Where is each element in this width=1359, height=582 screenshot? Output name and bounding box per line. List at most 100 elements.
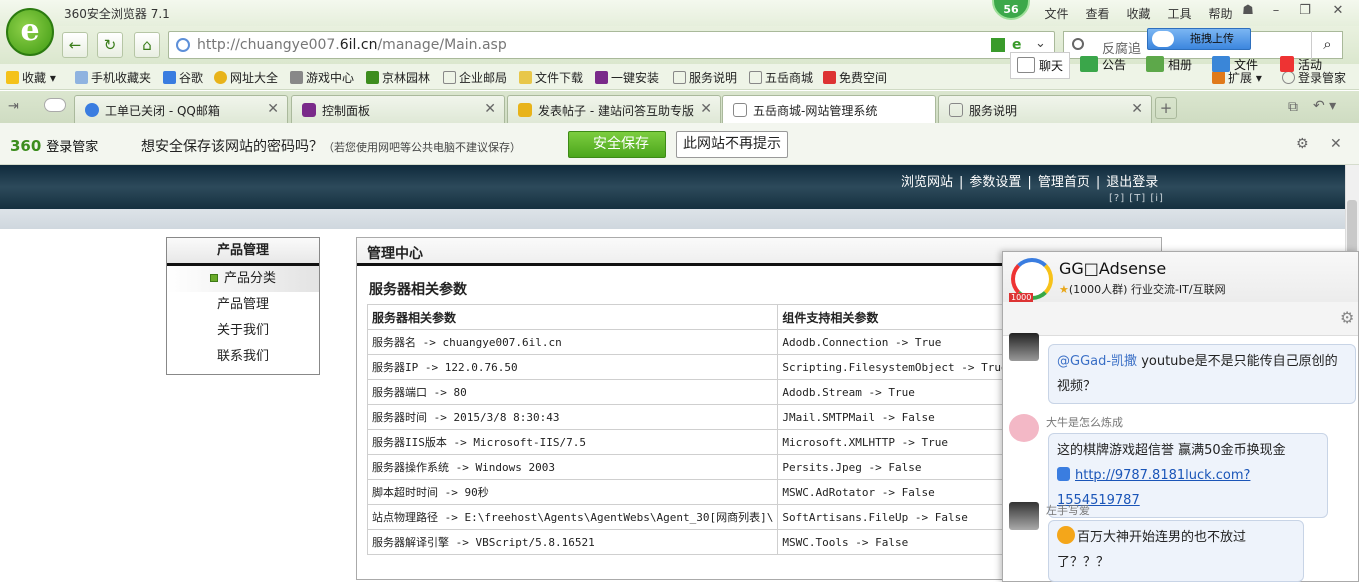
server-param-cell: 站点物理路径 -> E:\freehost\Agents\AgentWebs\A… [366,504,779,530]
fav-games[interactable]: 游戏中心 [290,69,354,86]
fav-jinglin[interactable]: 京林园林 [366,69,430,86]
tab-activity[interactable]: 活动 [1280,56,1322,73]
sidebar-item-products[interactable]: 产品管理 [167,292,319,318]
sidebar-title: 产品管理 [167,238,319,266]
fav-google[interactable]: 谷歌 [163,69,203,86]
tab-list-icon[interactable]: ⧉ [1288,99,1298,115]
tab-service[interactable]: 服务说明 ✕ [938,95,1152,123]
col-server-header: 服务器相关参数 [366,304,779,330]
save-password-question: 想安全保存该网站的密码吗？（若您使用网吧等公共电脑不建议保存） [141,139,521,155]
upload-label: 拖拽上传 [1190,32,1234,45]
ie-mode-icon[interactable]: e [1012,37,1022,53]
upload-button[interactable]: 拖拽上传 [1147,28,1251,50]
fav-hao[interactable]: 网址大全 [214,69,278,86]
skin-icon[interactable]: ☗ [1234,2,1262,22]
close-tab-icon[interactable]: ✕ [267,101,279,117]
undo-close-icon[interactable]: ↶ ▾ [1313,98,1336,114]
id-icon [823,71,836,84]
minimize-icon[interactable]: – [1262,2,1290,22]
home-icon[interactable]: ⌂ [134,32,160,58]
server-param-cell: 服务器名 -> chuangye007.6il.cn [366,329,779,355]
avatar[interactable] [1009,333,1039,361]
gear-icon[interactable]: ⚙ [1340,308,1354,327]
safe-save-button[interactable]: 安全保存 [568,131,666,158]
new-tab-icon[interactable]: + [1155,97,1177,119]
fav-collect[interactable]: 收藏 ▾ [6,69,56,86]
mini-links[interactable]: [?] [T] [i] [1109,193,1164,204]
product-sidebar: 产品管理 产品分类 产品管理 关于我们 联系我们 [166,237,320,375]
cloud-tabs-icon[interactable] [44,98,66,112]
tab-control-panel[interactable]: 控制面板 ✕ [291,95,505,123]
fav-service[interactable]: 服务说明 [673,69,737,86]
nav-settings[interactable]: 参数设置 [969,175,1021,190]
flag-icon [1280,56,1294,72]
tab-wuyue-admin[interactable]: 五岳商城-网站管理系统 [722,95,936,123]
never-for-site-button[interactable]: 此网站不再提示 [676,131,788,158]
tab-files[interactable]: 文件 [1212,56,1258,73]
url-text: http://chuangye007.6il.cn/manage/Main.as… [197,37,507,53]
search-placeholder: 反腐追 [1102,42,1142,57]
login-manager-logo: 360 登录管家 [10,137,99,155]
fav-install[interactable]: 一键安装 [595,69,659,86]
nav-logout[interactable]: 退出登录 [1106,175,1158,190]
fav-space[interactable]: 免费空间 [823,69,887,86]
server-param-cell: 脚本超时时间 -> 90秒 [366,479,779,505]
search-icon[interactable]: ⌕ [1311,31,1343,59]
refresh-icon[interactable]: ↻ [97,32,123,58]
qr-icon[interactable] [991,38,1005,52]
gamepad-icon [290,71,303,84]
fav-wuyue[interactable]: 五岳商城 [749,69,813,86]
menu-tools[interactable]: 工具 [1159,5,1200,22]
group-avatar[interactable]: 1000 [1009,258,1053,302]
sidebar-item-category[interactable]: 产品分类 [167,266,319,292]
page-icon [949,103,963,117]
tab-notice[interactable]: 公告 [1080,56,1126,73]
tab-chat[interactable]: 聊天 [1010,52,1071,79]
group-name: GG□Adsense [1059,259,1167,278]
google-icon [163,71,176,84]
address-bar[interactable]: http://chuangye007.6il.cn/manage/Main.as… [168,31,1055,59]
sidebar-item-contact[interactable]: 联系我们 [167,344,319,370]
fav-mail[interactable]: 企业邮局 [443,69,507,86]
close-tab-icon[interactable]: ✕ [700,101,712,117]
server-param-cell: 服务器IP -> 122.0.76.50 [366,354,779,380]
tab-qqmail[interactable]: 工单已关闭 - QQ邮箱 ✕ [74,95,288,123]
flower-icon [366,71,379,84]
menu-bar: 文件 查看 收藏 工具 帮助 [1036,5,1241,22]
star-icon [6,71,19,84]
fav-mobile[interactable]: 手机收藏夹 [75,69,151,86]
back-icon[interactable]: ← [62,32,88,58]
sidebar-toggle-icon[interactable]: ⇥ [8,99,19,114]
sidebar-item-about[interactable]: 关于我们 [167,318,319,344]
close-tab-icon[interactable]: ✕ [484,101,496,117]
chat-message: 百万大神开始连男的也不放过了？？？ [1048,520,1304,582]
fav-download[interactable]: 文件下载 [519,69,583,86]
nav-admin-home[interactable]: 管理首页 [1038,175,1090,190]
nav-browse-site[interactable]: 浏览网站 [901,175,953,190]
menu-view[interactable]: 查看 [1077,5,1118,22]
restore-icon[interactable]: ❐ [1291,2,1319,22]
emoji-icon [1057,526,1075,544]
gear-icon[interactable]: ⚙ [1296,136,1309,152]
tab-album[interactable]: 相册 [1146,56,1192,73]
browser-title: 360安全浏览器 7.1 [64,7,170,21]
url-dropdown-icon[interactable]: ⌄ [1035,36,1046,51]
server-param-cell: 服务器操作系统 -> Windows 2003 [366,454,779,480]
photo-icon [1146,56,1164,72]
qqmail-icon [85,103,99,117]
panel-icon [302,103,316,117]
cloud-icon [1152,31,1174,47]
menu-favorites[interactable]: 收藏 [1118,5,1159,22]
bullet-icon [209,274,218,282]
chat-message: 这的棋牌游戏超信誉 赢满50金币换现金 http://9787.8181luck.… [1048,433,1328,518]
menu-file[interactable]: 文件 [1036,5,1077,22]
phone-icon [75,71,88,84]
site-subbar [0,209,1345,229]
close-tab-icon[interactable]: ✕ [1131,101,1143,117]
section-title: 服务器相关参数 [369,282,467,298]
close-window-icon[interactable]: ✕ [1324,2,1352,22]
tab-forum[interactable]: 发表帖子 - 建站问答互助专版 ✕ [507,95,721,123]
avatar[interactable] [1009,502,1039,530]
close-icon[interactable]: ✕ [1330,136,1342,152]
avatar[interactable] [1009,414,1039,442]
